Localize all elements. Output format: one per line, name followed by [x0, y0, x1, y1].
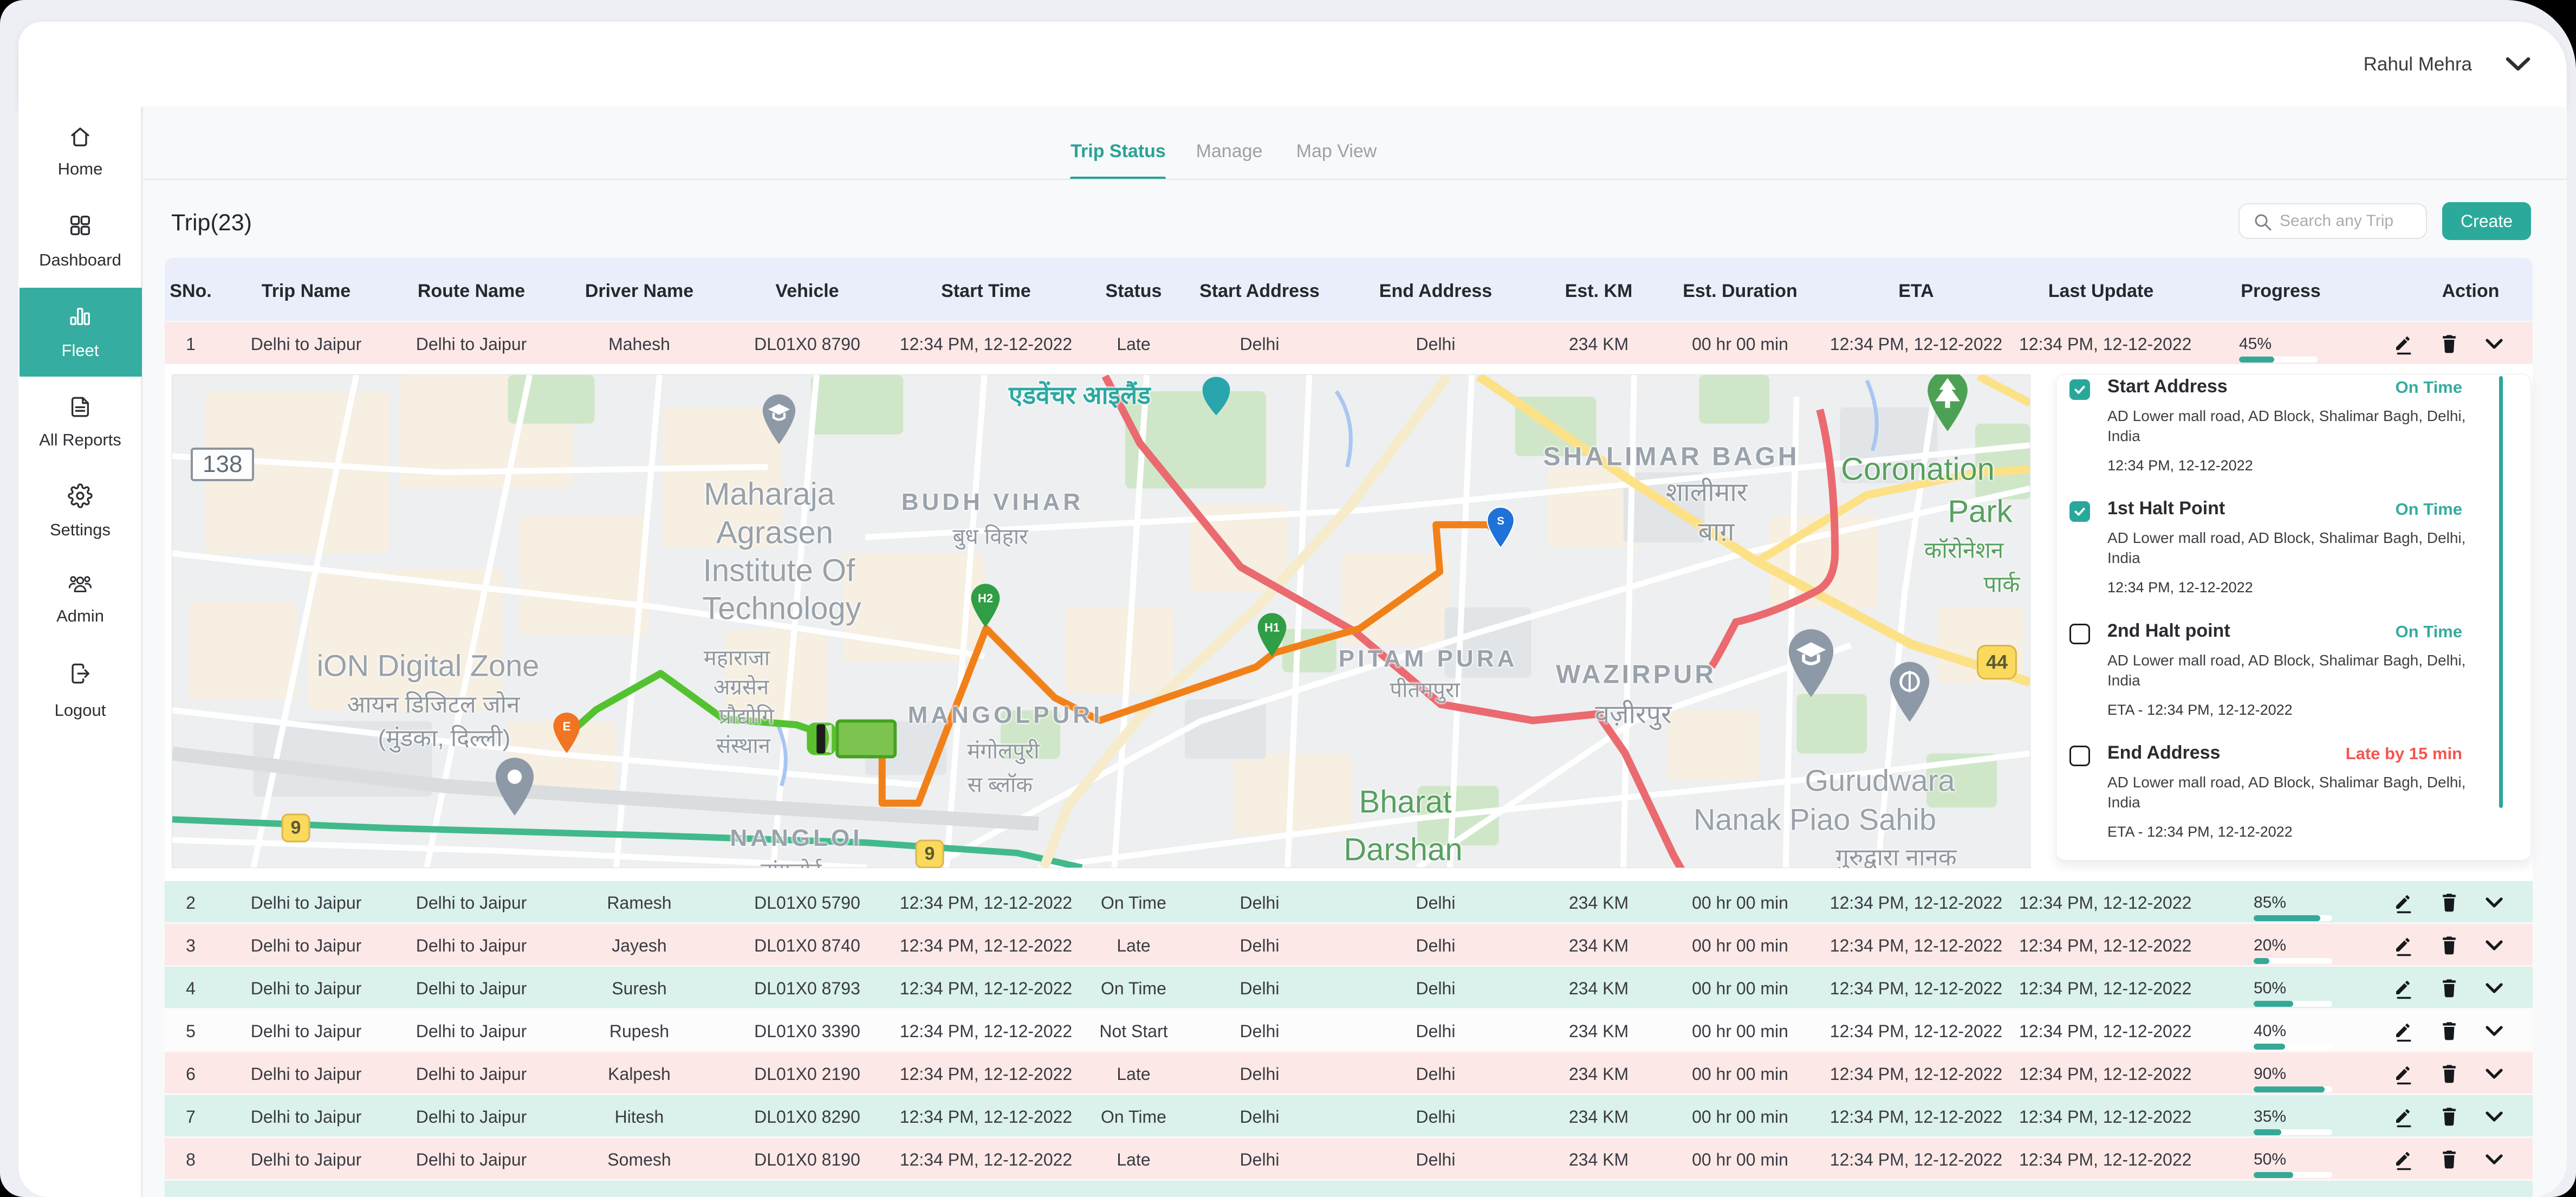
svg-text:S: S	[1497, 515, 1504, 527]
svg-text:E: E	[562, 720, 570, 733]
svg-text:H1: H1	[1264, 621, 1280, 635]
svg-text:H2: H2	[978, 592, 993, 605]
